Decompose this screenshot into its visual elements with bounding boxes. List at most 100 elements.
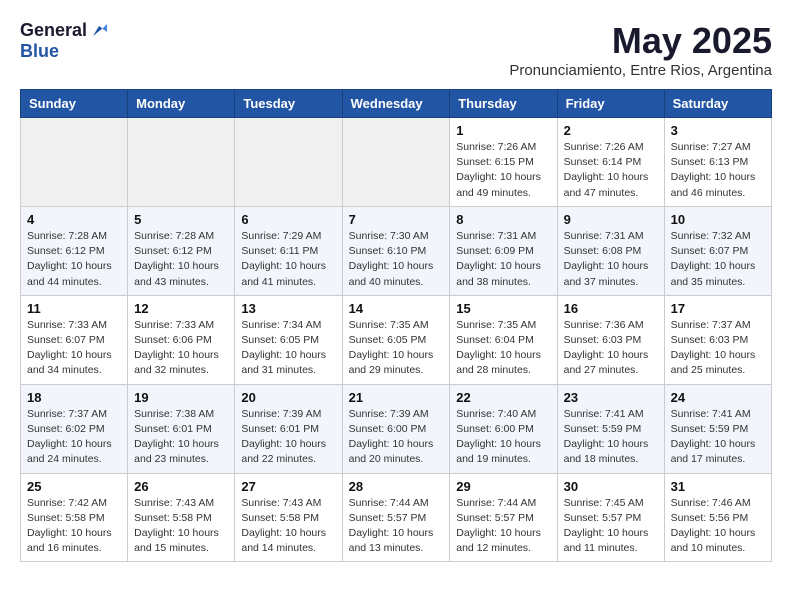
day-cell: 2 Sunrise: 7:26 AMSunset: 6:14 PMDaylight… — [557, 118, 664, 207]
day-info: Sunrise: 7:31 AMSunset: 6:09 PMDaylight:… — [456, 229, 550, 290]
day-cell: 16 Sunrise: 7:36 AMSunset: 6:03 PMDayligh… — [557, 295, 664, 384]
day-number: 28 — [349, 479, 444, 494]
day-info: Sunrise: 7:38 AMSunset: 6:01 PMDaylight:… — [134, 407, 228, 468]
day-cell: 24 Sunrise: 7:41 AMSunset: 5:59 PMDayligh… — [664, 384, 771, 473]
day-info: Sunrise: 7:28 AMSunset: 6:12 PMDaylight:… — [134, 229, 228, 290]
day-number: 30 — [564, 479, 658, 494]
day-number: 17 — [671, 301, 765, 316]
day-info: Sunrise: 7:27 AMSunset: 6:13 PMDaylight:… — [671, 140, 765, 201]
day-info: Sunrise: 7:45 AMSunset: 5:57 PMDaylight:… — [564, 496, 658, 557]
day-cell: 14Sunrise: 7:35 AMSunset: 6:05 PMDayligh… — [342, 295, 450, 384]
day-info: Sunrise: 7:31 AMSunset: 6:08 PMDaylight:… — [564, 229, 658, 290]
calendar-table: SundayMondayTuesdayWednesdayThursdayFrid… — [20, 89, 772, 562]
day-number: 31 — [671, 479, 765, 494]
logo: General Blue — [20, 20, 107, 62]
day-number: 20 — [241, 390, 335, 405]
day-number: 9 — [564, 212, 658, 227]
day-cell: 1 Sunrise: 7:26 AMSunset: 6:15 PMDaylight… — [450, 118, 557, 207]
day-cell: 29Sunrise: 7:44 AMSunset: 5:57 PMDayligh… — [450, 473, 557, 562]
day-cell: 31 Sunrise: 7:46 AMSunset: 5:56 PMDayligh… — [664, 473, 771, 562]
day-cell: 15 Sunrise: 7:35 AMSunset: 6:04 PMDayligh… — [450, 295, 557, 384]
day-cell: 8 Sunrise: 7:31 AMSunset: 6:09 PMDaylight… — [450, 206, 557, 295]
title-section: May 2025 Pronunciamiento, Entre Rios, Ar… — [509, 20, 772, 79]
day-cell — [342, 118, 450, 207]
day-number: 22 — [456, 390, 550, 405]
day-info: Sunrise: 7:37 AMSunset: 6:03 PMDaylight:… — [671, 318, 765, 379]
day-number: 24 — [671, 390, 765, 405]
page-header: General Blue May 2025 Pronunciamiento, E… — [20, 20, 772, 79]
day-cell: 9 Sunrise: 7:31 AMSunset: 6:08 PMDaylight… — [557, 206, 664, 295]
day-info: Sunrise: 7:33 AMSunset: 6:07 PMDaylight:… — [27, 318, 121, 379]
day-info: Sunrise: 7:33 AMSunset: 6:06 PMDaylight:… — [134, 318, 228, 379]
day-info: Sunrise: 7:39 AMSunset: 6:01 PMDaylight:… — [241, 407, 335, 468]
day-number: 3 — [671, 123, 765, 138]
week-row-3: 11 Sunrise: 7:33 AMSunset: 6:07 PMDayligh… — [21, 295, 772, 384]
day-number: 6 — [241, 212, 335, 227]
day-info: Sunrise: 7:35 AMSunset: 6:04 PMDaylight:… — [456, 318, 550, 379]
day-number: 16 — [564, 301, 658, 316]
day-cell: 26 Sunrise: 7:43 AMSunset: 5:58 PMDayligh… — [128, 473, 235, 562]
day-info: Sunrise: 7:30 AMSunset: 6:10 PMDaylight:… — [349, 229, 444, 290]
day-info: Sunrise: 7:41 AMSunset: 5:59 PMDaylight:… — [671, 407, 765, 468]
day-cell: 12Sunrise: 7:33 AMSunset: 6:06 PMDayligh… — [128, 295, 235, 384]
day-info: Sunrise: 7:40 AMSunset: 6:00 PMDaylight:… — [456, 407, 550, 468]
header-saturday: Saturday — [664, 90, 771, 118]
day-cell: 10Sunrise: 7:32 AMSunset: 6:07 PMDayligh… — [664, 206, 771, 295]
header-wednesday: Wednesday — [342, 90, 450, 118]
day-cell: 28 Sunrise: 7:44 AMSunset: 5:57 PMDayligh… — [342, 473, 450, 562]
day-number: 26 — [134, 479, 228, 494]
day-cell: 30 Sunrise: 7:45 AMSunset: 5:57 PMDayligh… — [557, 473, 664, 562]
location-subtitle: Pronunciamiento, Entre Rios, Argentina — [509, 62, 772, 79]
day-info: Sunrise: 7:44 AMSunset: 5:57 PMDaylight:… — [456, 496, 550, 557]
day-number: 15 — [456, 301, 550, 316]
header-friday: Friday — [557, 90, 664, 118]
day-cell — [235, 118, 342, 207]
day-number: 11 — [27, 301, 121, 316]
day-cell — [128, 118, 235, 207]
day-cell: 27 Sunrise: 7:43 AMSunset: 5:58 PMDayligh… — [235, 473, 342, 562]
day-info: Sunrise: 7:26 AMSunset: 6:14 PMDaylight:… — [564, 140, 658, 201]
week-row-5: 25Sunrise: 7:42 AMSunset: 5:58 PMDayligh… — [21, 473, 772, 562]
day-info: Sunrise: 7:37 AMSunset: 6:02 PMDaylight:… — [27, 407, 121, 468]
day-info: Sunrise: 7:43 AMSunset: 5:58 PMDaylight:… — [241, 496, 335, 557]
day-number: 1 — [456, 123, 550, 138]
day-cell: 21Sunrise: 7:39 AMSunset: 6:00 PMDayligh… — [342, 384, 450, 473]
day-cell: 7 Sunrise: 7:30 AMSunset: 6:10 PMDaylight… — [342, 206, 450, 295]
day-number: 18 — [27, 390, 121, 405]
day-info: Sunrise: 7:44 AMSunset: 5:57 PMDaylight:… — [349, 496, 444, 557]
day-number: 7 — [349, 212, 444, 227]
day-info: Sunrise: 7:28 AMSunset: 6:12 PMDaylight:… — [27, 229, 121, 290]
header-tuesday: Tuesday — [235, 90, 342, 118]
day-number: 2 — [564, 123, 658, 138]
logo-blue: Blue — [20, 41, 59, 61]
day-number: 19 — [134, 390, 228, 405]
day-info: Sunrise: 7:34 AMSunset: 6:05 PMDaylight:… — [241, 318, 335, 379]
week-row-4: 18 Sunrise: 7:37 AMSunset: 6:02 PMDayligh… — [21, 384, 772, 473]
logo-general: General — [20, 20, 87, 41]
day-cell: 18 Sunrise: 7:37 AMSunset: 6:02 PMDayligh… — [21, 384, 128, 473]
day-cell — [21, 118, 128, 207]
week-row-2: 4Sunrise: 7:28 AMSunset: 6:12 PMDaylight… — [21, 206, 772, 295]
day-number: 25 — [27, 479, 121, 494]
day-number: 23 — [564, 390, 658, 405]
day-cell: 4Sunrise: 7:28 AMSunset: 6:12 PMDaylight… — [21, 206, 128, 295]
day-info: Sunrise: 7:29 AMSunset: 6:11 PMDaylight:… — [241, 229, 335, 290]
day-cell: 6 Sunrise: 7:29 AMSunset: 6:11 PMDaylight… — [235, 206, 342, 295]
day-number: 8 — [456, 212, 550, 227]
day-cell: 17 Sunrise: 7:37 AMSunset: 6:03 PMDayligh… — [664, 295, 771, 384]
day-info: Sunrise: 7:39 AMSunset: 6:00 PMDaylight:… — [349, 407, 444, 468]
day-info: Sunrise: 7:26 AMSunset: 6:15 PMDaylight:… — [456, 140, 550, 201]
day-cell: 13Sunrise: 7:34 AMSunset: 6:05 PMDayligh… — [235, 295, 342, 384]
month-title: May 2025 — [509, 20, 772, 62]
day-info: Sunrise: 7:43 AMSunset: 5:58 PMDaylight:… — [134, 496, 228, 557]
day-info: Sunrise: 7:36 AMSunset: 6:03 PMDaylight:… — [564, 318, 658, 379]
logo-bird-icon — [89, 22, 107, 40]
day-number: 27 — [241, 479, 335, 494]
day-cell: 22 Sunrise: 7:40 AMSunset: 6:00 PMDayligh… — [450, 384, 557, 473]
day-info: Sunrise: 7:46 AMSunset: 5:56 PMDaylight:… — [671, 496, 765, 557]
header-sunday: Sunday — [21, 90, 128, 118]
day-cell: 3 Sunrise: 7:27 AMSunset: 6:13 PMDaylight… — [664, 118, 771, 207]
day-cell: 11 Sunrise: 7:33 AMSunset: 6:07 PMDayligh… — [21, 295, 128, 384]
day-info: Sunrise: 7:41 AMSunset: 5:59 PMDaylight:… — [564, 407, 658, 468]
day-number: 5 — [134, 212, 228, 227]
